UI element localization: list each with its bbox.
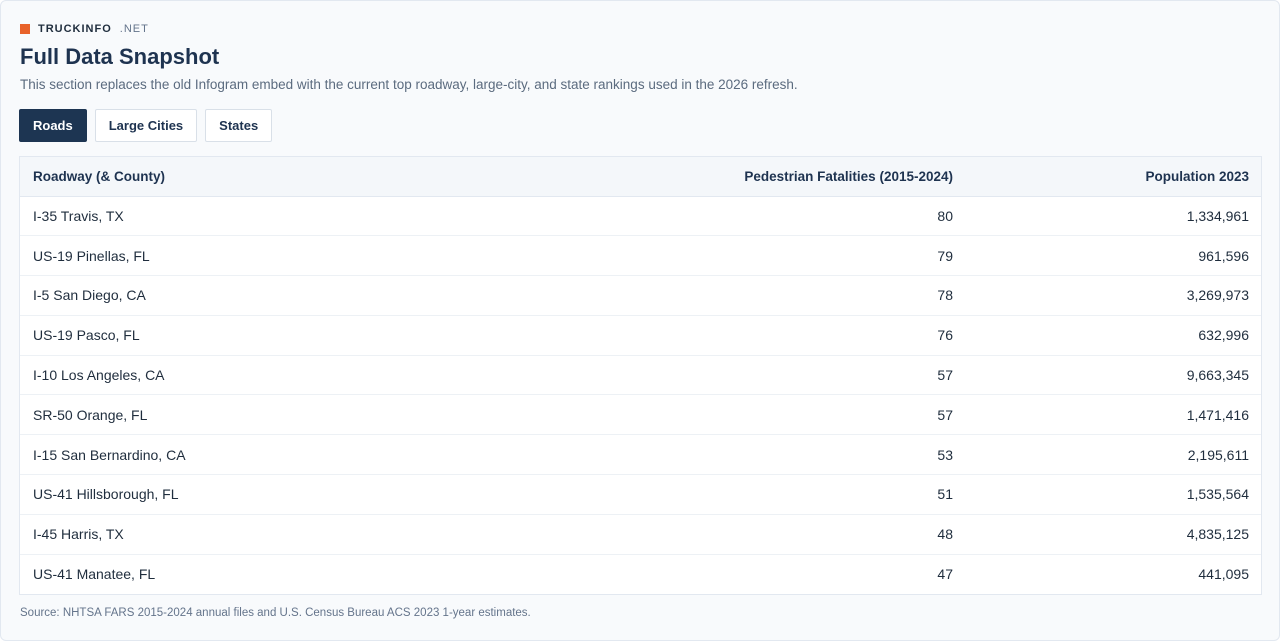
brand: TRUCKINFO .NET [20,23,149,35]
cell-roadway: I-35 Travis, TX [20,196,620,237]
cell-roadway: I-5 San Diego, CA [20,275,620,316]
cell-population: 9,663,345 [962,355,1261,396]
cell-population: 441,095 [1198,566,1249,583]
table-row: I-5 San Diego, CA 78 3,269,973 [20,275,1261,316]
tab-roads[interactable]: Roads [19,109,87,142]
data-table: Roadway (& County) Pedestrian Fatalities… [20,157,1261,594]
cell-population: 1,535,564 [962,474,1261,515]
table-row: US-41 Hillsborough, FL 51 1,535,564 [20,474,1261,515]
cell-population: 3,269,973 [962,275,1261,316]
cell-fatalities: 80 [620,196,962,237]
tab-states[interactable]: States [205,109,273,142]
cell-roadway: US-41 Hillsborough, FL [20,474,620,515]
column-header-fatalities: Pedestrian Fatalities (2015-2024) [620,157,962,197]
brand-tld: .NET [119,23,149,35]
table-row: I-15 San Bernardino, CA 53 2,195,611 [20,434,1261,476]
page-title: Full Data Snapshot [20,44,220,69]
cell-fatalities: 53 [620,434,962,476]
table-row: US-19 Pasco, FL 76 632,996 [20,315,1261,356]
cell-fatalities: 78 [620,275,962,316]
table-row: SR-50 Orange, FL 57 1,471,416 [20,394,1261,436]
brand-logo-square [20,24,30,34]
table-row: US-19 Pinellas, FL 79 961,596 [20,235,1261,277]
cell-population: 1,334,961 [962,196,1261,237]
snapshot-panel: TRUCKINFO .NET Full Data Snapshot This s… [0,0,1280,641]
column-header-roadway: Roadway (& County) [20,157,620,197]
cell-population: 2,195,611 [962,434,1261,476]
table-row: I-10 Los Angeles, CA 57 9,663,345 [20,355,1261,396]
cell-population: 632,996 [962,315,1261,356]
cell-fatalities: 57 [620,355,962,396]
cell-roadway: US-19 Pasco, FL [20,315,620,356]
cell-fatalities: 76 [620,315,962,356]
page-subtitle: This section replaces the old Infogram e… [20,77,798,92]
cell-roadway: I-45 Harris, TX [20,514,620,555]
cell-fatalities: 79 [620,235,962,277]
tab-bar: Roads Large Cities States [19,109,273,142]
cell-roadway: SR-50 Orange, FL [20,394,620,436]
data-table-container: Roadway (& County) Pedestrian Fatalities… [19,156,1262,595]
column-header-population: Population 2023 [962,157,1261,197]
cell-fatalities: 48 [620,514,962,555]
cell-population: 961,596 [962,235,1261,277]
cell-roadway: US-41 Manatee, FL [33,566,156,583]
table-row: US-41 Manatee, FL 47 441,095 [20,554,1261,594]
tab-large-cities[interactable]: Large Cities [94,109,198,142]
table-row: I-35 Travis, TX 80 1,334,961 [20,196,1261,237]
cell-roadway: US-19 Pinellas, FL [20,235,620,277]
cell-fatalities: 57 [620,394,962,436]
cell-population: 1,471,416 [962,394,1261,436]
cell-roadway: I-10 Los Angeles, CA [20,355,620,396]
cell-population: 4,835,125 [962,514,1261,555]
cell-roadway: I-15 San Bernardino, CA [20,434,620,476]
brand-name: TRUCKINFO [38,23,112,35]
source-note: Source: NHTSA FARS 2015-2024 annual file… [20,607,531,619]
table-row: I-45 Harris, TX 48 4,835,125 [20,514,1261,555]
cell-fatalities: 51 [620,474,962,515]
table-header-row: Roadway (& County) Pedestrian Fatalities… [20,157,1261,197]
cell-fatalities: 47 [937,566,953,583]
